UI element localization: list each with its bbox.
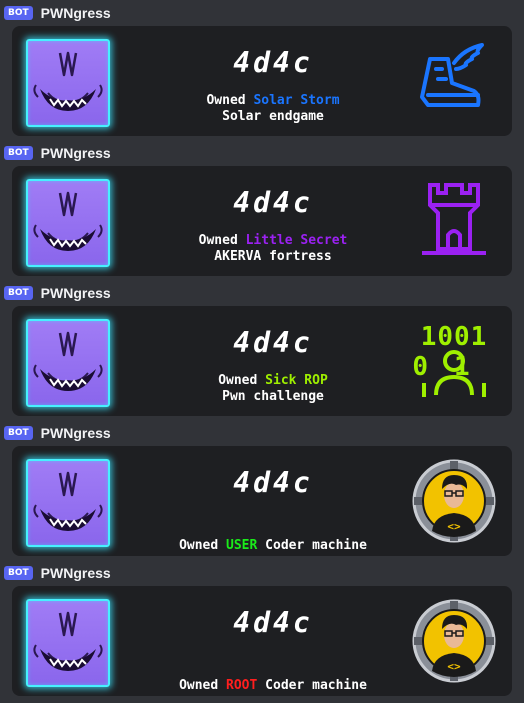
author-name[interactable]: PWNgress [41,565,111,581]
achievement-card: 4d4c Owned Solar Storm Solar endgame [12,26,512,136]
message-header: BOT PWNgress [4,424,111,442]
owned-prefix: Owned [198,233,246,248]
bot-badge: BOT [4,286,33,300]
monster-face-icon [33,191,103,251]
team-logo-text: 4d4c [233,46,313,79]
author-name[interactable]: PWNgress [41,425,111,441]
challenge-category: Solar endgame [222,109,324,124]
binary-digits-top: 1001 [421,322,488,352]
card-center: 4d4c Owned ROOT Coder machine [152,586,394,696]
owned-prefix: Owned [218,373,266,388]
user-avatar[interactable] [26,39,110,127]
team-logo-text: 4d4c [233,186,313,219]
challenge-category: AKERVA fortress [214,249,332,264]
team-logo-text: 4d4c [233,326,313,359]
monster-face-icon [33,611,103,671]
owned-line: Owned Little Secret [152,233,394,249]
achievement-card: 4d4c Owned Little Secret AKERVA fortress [12,166,512,276]
message-header: BOT PWNgress [4,4,111,22]
bot-badge: BOT [4,146,33,160]
coder-machine-avatar-icon: <> [412,599,496,683]
owned-line: Owned Sick ROP [152,373,394,389]
achievement-card: 4d4c Owned USER Coder machine <> [12,446,512,556]
challenge-category: Pwn challenge [222,389,324,404]
challenge-name: Sick ROP [265,373,328,388]
owned-suffix: Coder machine [257,678,367,693]
coder-machine-avatar-icon: <> [412,459,496,543]
monster-face-icon [33,471,103,531]
bot-message: BOT PWNgress 4d4c Owned Sick ROP Pwn cha… [0,280,524,420]
card-center: 4d4c Owned Solar Storm Solar endgame [152,26,394,136]
machine-flag-type: ROOT [226,678,258,693]
owned-line: Owned Solar Storm [152,93,394,109]
message-header: BOT PWNgress [4,284,111,302]
card-center: 4d4c Owned Little Secret AKERVA fortress [152,166,394,276]
binary-user-icon: 1001 01 [412,319,496,403]
team-logo-text: 4d4c [233,606,313,639]
author-name[interactable]: PWNgress [41,145,111,161]
monster-face-icon [33,331,103,391]
message-header: BOT PWNgress [4,564,111,582]
author-name[interactable]: PWNgress [41,285,111,301]
machine-flag-type: USER [226,538,258,553]
bot-badge: BOT [4,426,33,440]
owned-suffix: Coder machine [257,538,367,553]
owned-prefix: Owned [179,678,227,693]
user-avatar[interactable] [26,599,110,687]
challenge-name: Little Secret [245,233,348,248]
owned-prefix: Owned [206,93,254,108]
code-glyph: <> [447,660,461,673]
author-name[interactable]: PWNgress [41,5,111,21]
monster-face-icon [33,51,103,111]
bot-message: BOT PWNgress 4d4c Owned ROOT Coder machi… [0,560,524,700]
bot-message: BOT PWNgress 4d4c Owned Solar Storm Sola… [0,0,524,140]
bot-badge: BOT [4,6,33,20]
card-center: 4d4c Owned USER Coder machine [152,446,394,556]
user-avatar[interactable] [26,459,110,547]
winged-boot-icon [412,39,496,123]
castle-tower-icon [412,179,496,263]
achievement-card: 4d4c Owned Sick ROP Pwn challenge 1001 0… [12,306,512,416]
message-header: BOT PWNgress [4,144,111,162]
user-avatar[interactable] [26,319,110,407]
bot-badge: BOT [4,566,33,580]
achievement-card: 4d4c Owned ROOT Coder machine <> [12,586,512,696]
owned-line: Owned USER Coder machine [152,538,394,554]
card-center: 4d4c Owned Sick ROP Pwn challenge [152,306,394,416]
code-glyph: <> [447,520,461,533]
challenge-name: Solar Storm [253,93,340,108]
user-avatar[interactable] [26,179,110,267]
message-feed: BOT PWNgress 4d4c Owned Solar Storm Sola… [0,0,524,703]
owned-prefix: Owned [179,538,227,553]
bot-message: BOT PWNgress 4d4c Owned USER Coder machi… [0,420,524,560]
bot-message: BOT PWNgress 4d4c Owned Little Secret AK… [0,140,524,280]
team-logo-text: 4d4c [233,466,313,499]
owned-line: Owned ROOT Coder machine [152,678,394,694]
